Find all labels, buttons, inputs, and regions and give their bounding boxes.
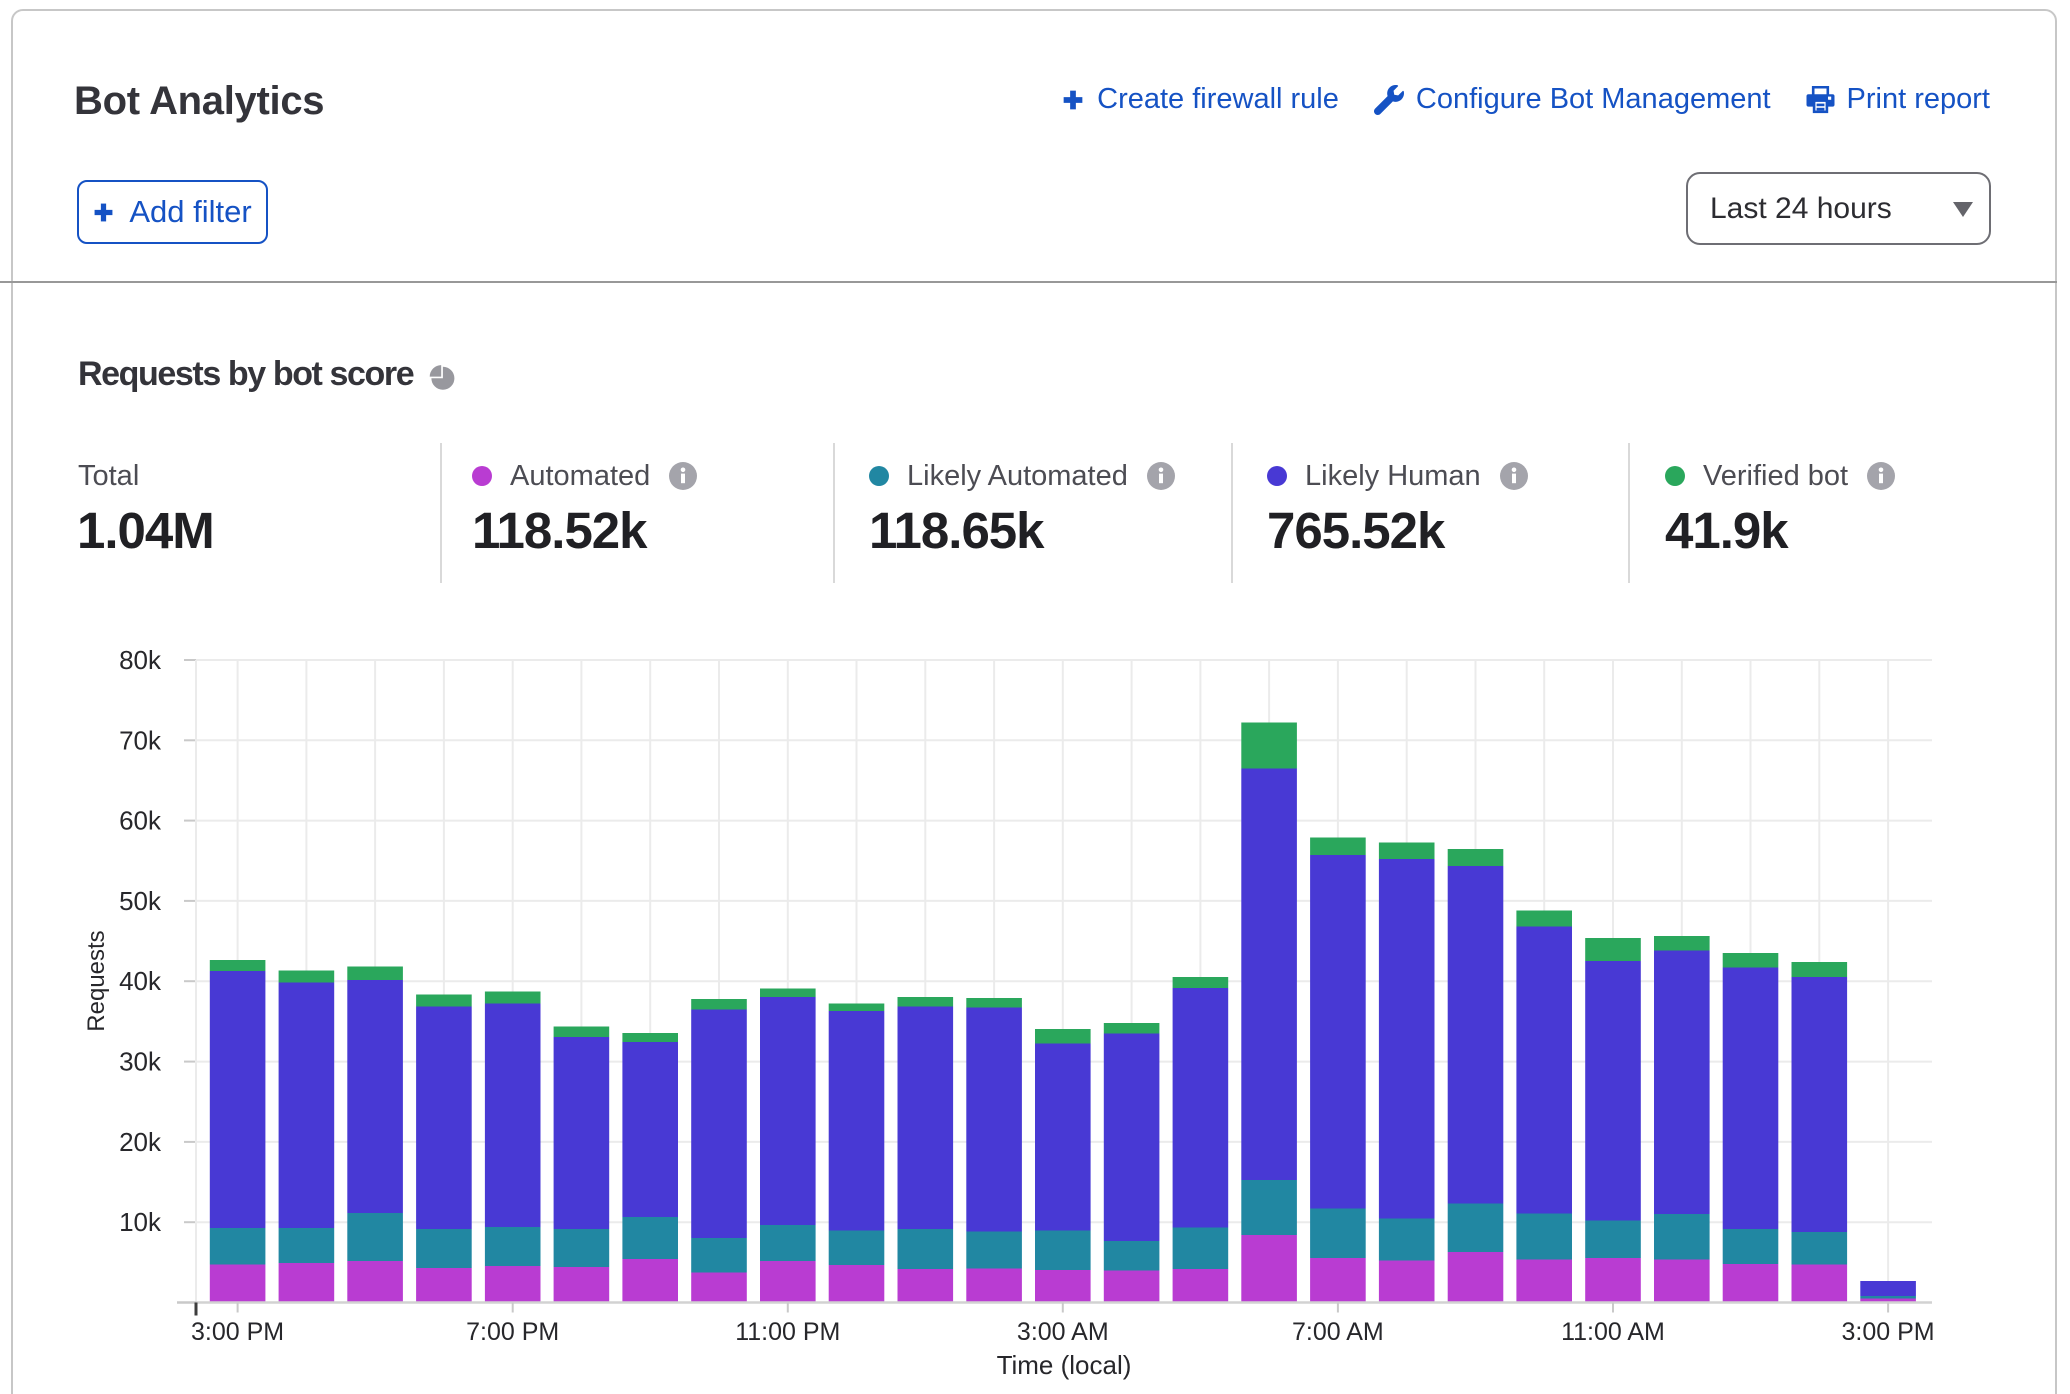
svg-text:7:00 AM: 7:00 AM — [1292, 1318, 1384, 1346]
svg-text:60k: 60k — [119, 806, 162, 836]
svg-text:11:00 PM: 11:00 PM — [735, 1318, 840, 1346]
svg-text:70k: 70k — [119, 725, 162, 755]
svg-text:7:00 PM: 7:00 PM — [466, 1318, 559, 1346]
svg-text:40k: 40k — [119, 966, 162, 996]
svg-text:11:00 AM: 11:00 AM — [1561, 1318, 1665, 1346]
svg-text:3:00 AM: 3:00 AM — [1017, 1318, 1109, 1346]
svg-text:50k: 50k — [119, 886, 162, 916]
svg-text:20k: 20k — [119, 1127, 162, 1157]
svg-text:10k: 10k — [119, 1207, 162, 1237]
svg-text:30k: 30k — [119, 1047, 162, 1077]
svg-text:3:00 PM: 3:00 PM — [191, 1318, 284, 1346]
svg-text:3:00 PM: 3:00 PM — [1842, 1318, 1935, 1346]
svg-text:80k: 80k — [119, 645, 162, 675]
svg-text:Requests: Requests — [83, 930, 110, 1031]
svg-text:Time (local): Time (local) — [997, 1350, 1132, 1380]
